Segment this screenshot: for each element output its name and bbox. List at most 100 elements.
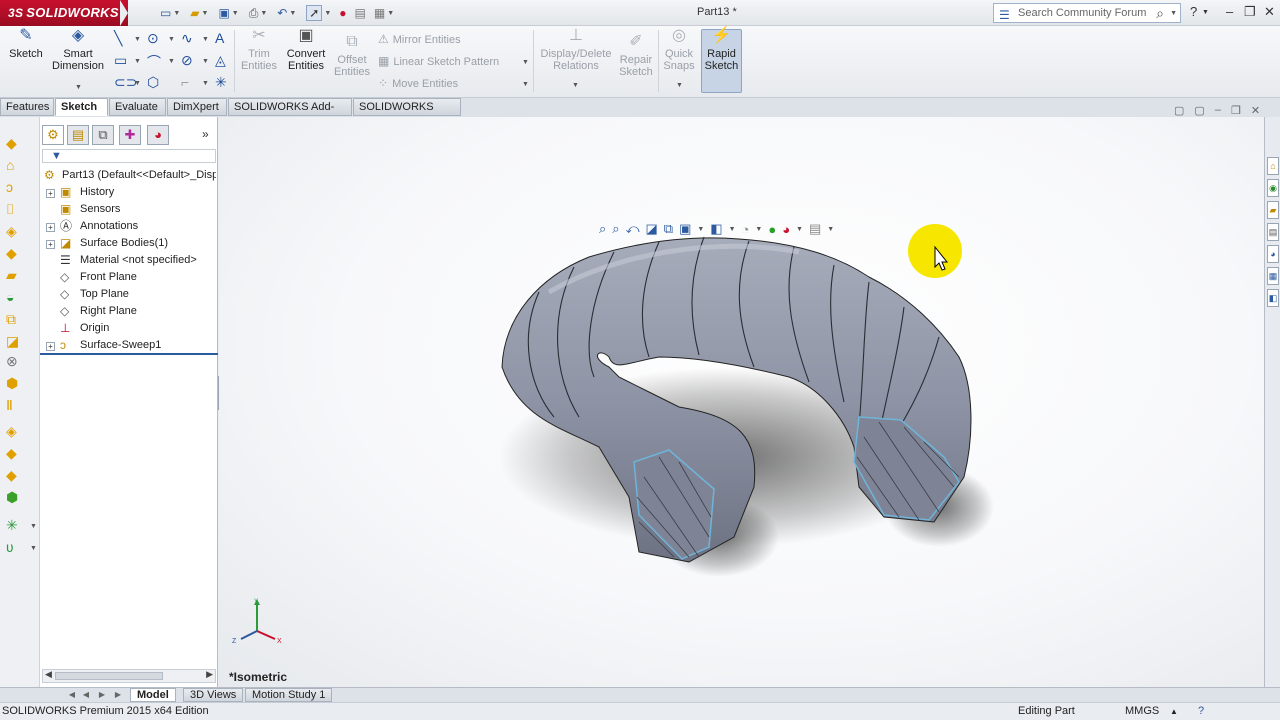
design-library-icon[interactable]: ◉: [1267, 179, 1279, 197]
tree-item-annotations[interactable]: + Ⓐ Annotations: [40, 218, 216, 235]
viewport-minimize-icon[interactable]: –: [1215, 104, 1221, 117]
viewport-restore-icon[interactable]: ❐: [1231, 104, 1241, 117]
solidworks-forum-icon[interactable]: ◧: [1267, 289, 1279, 307]
rapid-sketch-button[interactable]: ⚡ Rapid Sketch: [701, 28, 742, 93]
split-view-icon[interactable]: ▢: [1174, 104, 1184, 117]
mirror-entities-button[interactable]: ⚠ Mirror Entities: [378, 32, 461, 46]
appearances-icon[interactable]: ◕: [1267, 245, 1279, 263]
tree-item-material[interactable]: ☰ Material <not specified>: [40, 252, 216, 269]
first-tab-icon[interactable]: ◀: [66, 689, 78, 701]
new-document-icon[interactable]: ▭: [160, 6, 171, 20]
scroll-left-icon[interactable]: ◀: [45, 669, 52, 680]
unit-system-button[interactable]: MMGS: [1125, 703, 1159, 720]
minimize-button[interactable]: –: [1226, 4, 1233, 19]
move-entities-button[interactable]: ⁘ Move Entities: [378, 76, 458, 90]
tab-mbd[interactable]: SOLIDWORKS MBD: [353, 98, 461, 129]
select-arrow-icon[interactable]: ➚: [306, 5, 323, 21]
prev-tab-icon[interactable]: ◀: [80, 689, 92, 701]
view-orientation-dropdown[interactable]: ▼: [697, 226, 704, 233]
view-settings-dropdown[interactable]: ▼: [827, 226, 834, 233]
surface-fill-icon[interactable]: ⬢: [6, 489, 18, 506]
convert-entities-button[interactable]: ▣ Convert Entities: [282, 28, 330, 73]
point-icon[interactable]: ✳: [215, 74, 227, 91]
reference-triad[interactable]: Y X Z: [227, 597, 287, 647]
tree-item-surface-bodies[interactable]: + ◪ Surface Bodies(1): [40, 235, 216, 252]
options-icon[interactable]: ▦: [374, 6, 385, 20]
display-delete-relations-button[interactable]: ⊥ Display/Delete Relations: [538, 28, 614, 73]
previous-view-icon[interactable]: ⤺: [626, 221, 640, 237]
expand-icon[interactable]: +: [46, 240, 55, 249]
circle-icon[interactable]: ⊙: [147, 30, 159, 47]
rectangle-icon[interactable]: ▭: [114, 52, 127, 69]
displaymanager-tab-icon[interactable]: ◕: [147, 125, 169, 145]
save-icon[interactable]: ▣: [218, 6, 229, 20]
shell-icon[interactable]: ⬢: [6, 375, 18, 392]
configurationmanager-tab-icon[interactable]: ⧉: [92, 125, 114, 145]
arc-dropdown[interactable]: ▼: [168, 58, 175, 65]
circle-dropdown[interactable]: ▼: [168, 36, 175, 43]
tree-item-front-plane[interactable]: ◇ Front Plane: [40, 269, 216, 286]
fillet-dropdown[interactable]: ▼: [202, 80, 209, 87]
graphics-area[interactable]: ⌕ ⌕ ⤺ ◪ ⧉ ▣ ▼ ◧ ▼ ◔ ▼ ● ◕ ▼ ▤ ▼ Y X Z *Isomet…: [219, 117, 1264, 687]
display-style-dropdown[interactable]: ▼: [729, 226, 736, 233]
ellipse-icon[interactable]: ⊘: [181, 52, 193, 69]
new-dropdown[interactable]: ▼: [173, 10, 180, 17]
plane-sketch-icon[interactable]: ◬: [215, 52, 226, 69]
zoom-to-area-icon[interactable]: ⌕: [612, 221, 619, 237]
ellipse-dropdown[interactable]: ▼: [202, 58, 209, 65]
solidworks-logo[interactable]: 3S SOLIDWORKS: [0, 0, 128, 26]
lofted-boss-icon[interactable]: ⌷: [6, 201, 14, 218]
print-dropdown[interactable]: ▼: [260, 10, 267, 17]
swept-surface-model[interactable]: [219, 117, 1264, 687]
print-icon[interactable]: ⎙: [249, 6, 259, 21]
search-icon[interactable]: ⌕: [1156, 4, 1164, 22]
expand-icon[interactable]: +: [46, 223, 55, 232]
rectangle-dropdown[interactable]: ▼: [134, 58, 141, 65]
trim-entities-button[interactable]: ✂ Trim Entities: [238, 28, 280, 73]
search-community-field[interactable]: ☰ Search Community Forum ⌕ ▼: [993, 3, 1181, 23]
undo-dropdown[interactable]: ▼: [289, 10, 296, 17]
rib-icon[interactable]: Ⅱ: [6, 397, 13, 414]
spline-icon[interactable]: ∿: [181, 30, 193, 47]
units-dropdown[interactable]: ▲: [1170, 703, 1178, 720]
helix-curve-icon[interactable]: ʋ: [6, 539, 14, 555]
extruded-boss-icon[interactable]: ◆: [6, 135, 17, 152]
scrollbar-thumb[interactable]: [55, 672, 163, 680]
text-icon[interactable]: A: [215, 30, 224, 46]
file-properties-icon[interactable]: ▤: [355, 6, 366, 20]
display-style-icon[interactable]: ◧: [710, 221, 722, 237]
view-orientation-icon[interactable]: ▣: [679, 221, 691, 237]
expand-tabs-icon[interactable]: »: [202, 127, 209, 141]
relations-dropdown[interactable]: ▼: [572, 82, 579, 89]
smart-dimension-dropdown[interactable]: ▼: [75, 84, 82, 91]
viewport-close-icon[interactable]: ✕: [1251, 104, 1260, 117]
revolved-boss-icon[interactable]: ⌂: [6, 157, 14, 173]
tab-dimxpert[interactable]: DimXpert: [167, 98, 227, 116]
tree-item-history[interactable]: + ▣ History: [40, 184, 216, 201]
dynamic-annotation-icon[interactable]: ⧉: [664, 221, 673, 237]
close-button[interactable]: ✕: [1264, 4, 1275, 20]
help-icon[interactable]: ?: [1190, 4, 1197, 19]
tab-evaluate[interactable]: Evaluate: [109, 98, 166, 116]
save-dropdown[interactable]: ▼: [232, 10, 239, 17]
custom-properties-icon[interactable]: ▦: [1267, 267, 1279, 285]
linear-pattern-dropdown[interactable]: ▼: [522, 59, 529, 66]
fillet-icon[interactable]: ⌐: [181, 74, 189, 90]
hide-show-dropdown[interactable]: ▼: [755, 226, 762, 233]
reference-plane-icon[interactable]: ✳: [6, 517, 18, 534]
scroll-right-icon[interactable]: ▶: [206, 669, 213, 680]
tree-root-part[interactable]: ⚙ Part13 (Default<<Default>_Display Stat…: [40, 167, 216, 184]
move-dropdown[interactable]: ▼: [522, 81, 529, 88]
revolved-surface-icon[interactable]: ◒: [6, 289, 14, 305]
apply-scene-icon[interactable]: ◕: [782, 222, 790, 237]
dimxpertmanager-tab-icon[interactable]: ✚: [119, 125, 141, 145]
quick-snaps-button[interactable]: ◎ Quick Snaps: [661, 28, 697, 73]
hide-show-items-icon[interactable]: ◔: [742, 222, 750, 237]
rollback-bar[interactable]: [40, 353, 218, 355]
extruded-surface-icon[interactable]: ▰: [6, 267, 17, 284]
select-dropdown[interactable]: ▼: [324, 10, 331, 17]
view-settings-icon[interactable]: ▤: [809, 221, 821, 237]
tab-model[interactable]: Model: [130, 688, 176, 702]
tree-item-right-plane[interactable]: ◇ Right Plane: [40, 303, 216, 320]
swept-surface-icon[interactable]: ⧉: [6, 311, 16, 328]
